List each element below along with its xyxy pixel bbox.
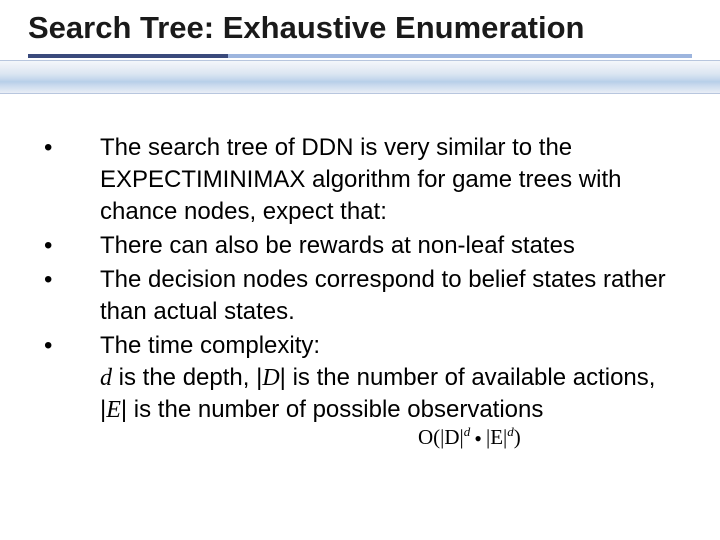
bullet-row: • The search tree of DDN is very similar… [44, 132, 676, 228]
text: The time complexity: [100, 332, 320, 359]
bullet-marker: • [44, 230, 100, 262]
body-content: • The search tree of DDN is very similar… [0, 94, 720, 426]
underline-light [228, 54, 692, 58]
bullet-marker: • [44, 264, 100, 296]
f-pre: O(| [418, 425, 444, 449]
underline-dark [28, 54, 228, 58]
bullet-row: • The time complexity: d is the depth, |… [44, 330, 676, 426]
f-post: ) [514, 425, 521, 449]
bullet-text: The time complexity: d is the depth, |D |… [100, 330, 676, 426]
bullet-text: There can also be rewards at non-leaf st… [100, 230, 676, 262]
f-E: E [490, 425, 503, 449]
bullet-row: • There can also be rewards at non-leaf … [44, 230, 676, 262]
text: | is the number of possible observations [121, 396, 543, 423]
slide-title: Search Tree: Exhaustive Enumeration [28, 10, 692, 46]
complexity-formula: O(|D|d•|E|d) [418, 424, 521, 450]
title-area: Search Tree: Exhaustive Enumeration [0, 0, 720, 46]
bullet-text: The search tree of DDN is very similar t… [100, 132, 676, 228]
var-E: E [106, 397, 121, 423]
bullet-text: The decision nodes correspond to belief … [100, 264, 676, 328]
bullet-row: • The decision nodes correspond to belie… [44, 264, 676, 328]
decorative-band [0, 60, 720, 94]
var-d: d [100, 365, 112, 391]
f-D: D [444, 425, 459, 449]
slide: Search Tree: Exhaustive Enumeration • Th… [0, 0, 720, 540]
bullet-marker: • [44, 330, 100, 362]
f-sup1: d [464, 424, 471, 439]
bullet-marker: • [44, 132, 100, 164]
var-D: D [262, 365, 279, 391]
text: is the depth, | [112, 364, 262, 391]
title-underline [28, 54, 692, 58]
